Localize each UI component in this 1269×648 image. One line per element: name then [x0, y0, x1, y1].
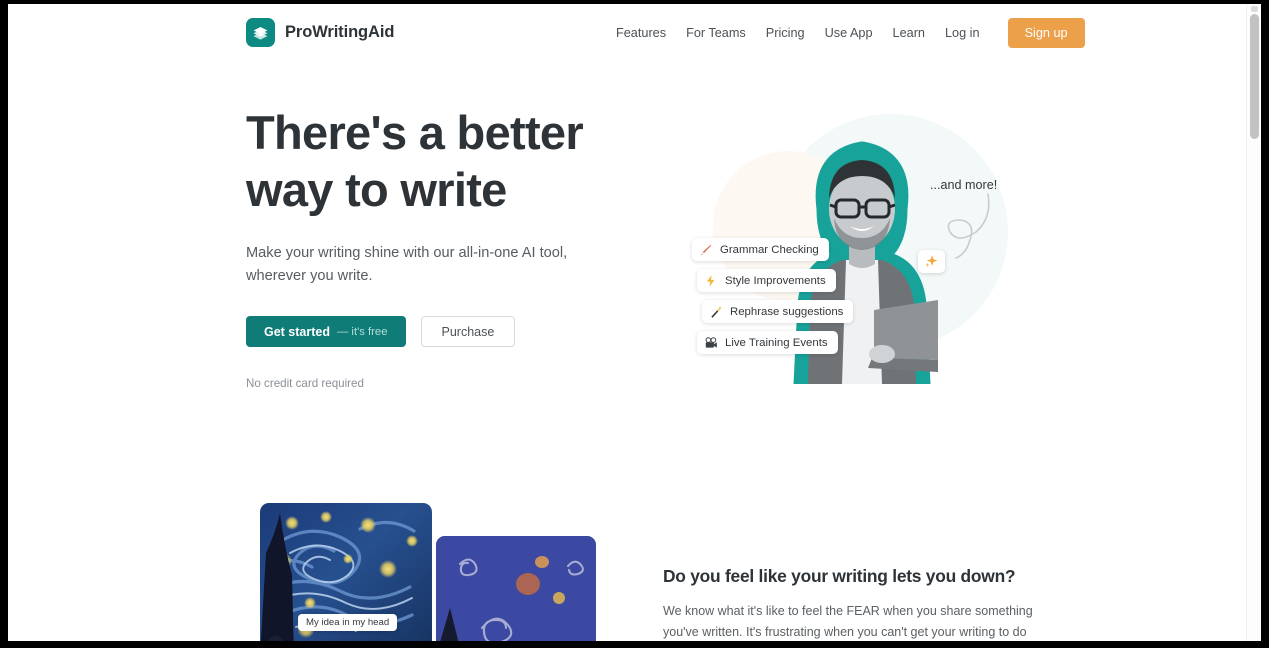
curly-pointer-line — [947, 193, 990, 259]
hero-illustration: Grammar Checking Style Improvements Reph… — [668, 96, 1028, 396]
hero-subtitle: Make your writing shine with our all-in-… — [246, 245, 568, 284]
hero-title-line2: way to write — [246, 163, 507, 216]
window-frame-right — [1261, 0, 1269, 648]
get-started-button[interactable]: Get started — it's free — [246, 316, 406, 347]
sparkle-icon — [925, 255, 938, 268]
feature-card-grammar-checking: Grammar Checking — [692, 238, 829, 261]
and-more-label: ...and more! — [930, 178, 998, 192]
image-caption-label: My idea in my head — [298, 614, 398, 631]
brand-name: ProWritingAid — [285, 23, 395, 41]
main-navigation: Features For Teams Pricing Use App Learn… — [606, 17, 1085, 48]
feature-label: Rephrase suggestions — [730, 305, 844, 318]
comparison-illustration: My idea in my head — [246, 496, 606, 641]
nav-link-learn[interactable]: Learn — [883, 20, 935, 46]
window-frame-left — [0, 0, 8, 648]
feature-label: Live Training Events — [725, 336, 828, 349]
hero-title: There's a better way to write — [246, 104, 646, 218]
no-credit-card-note: No credit card required — [246, 377, 364, 390]
nav-link-use-app[interactable]: Use App — [815, 20, 883, 46]
childlike-painting-image — [436, 536, 596, 641]
get-started-label: Get started — [264, 324, 330, 339]
hero-title-line1: There's a better — [246, 106, 584, 159]
nav-link-pricing[interactable]: Pricing — [756, 20, 815, 46]
scrollbar-top-cap[interactable] — [1251, 6, 1258, 12]
movie-camera-icon — [705, 336, 717, 348]
section2-text-block: Do you feel like your writing lets you d… — [663, 566, 1033, 641]
stacked-books-icon — [246, 18, 275, 47]
fountain-pen-icon — [700, 244, 712, 255]
feature-card-live-training-events: Live Training Events — [697, 331, 838, 354]
sign-up-button[interactable]: Sign up — [1007, 17, 1085, 48]
nav-link-features[interactable]: Features — [606, 20, 676, 46]
purchase-button[interactable]: Purchase — [420, 316, 516, 347]
page-viewport: ProWritingAid Features For Teams Pricing… — [8, 4, 1261, 641]
feature-label: Grammar Checking — [720, 243, 819, 256]
window-frame-bottom — [0, 641, 1269, 648]
feature-card-style-improvements: Style Improvements — [697, 269, 836, 292]
brand-logo-link[interactable]: ProWritingAid — [246, 18, 394, 47]
vertical-scrollbar[interactable] — [1246, 4, 1261, 641]
hero-text-block: There's a better way to write Make your … — [246, 104, 646, 390]
lightning-bolt-icon — [706, 274, 715, 287]
section2-body: We know what it's like to feel the FEAR … — [663, 604, 1033, 639]
site-header: ProWritingAid Features For Teams Pricing… — [8, 4, 1246, 61]
magic-wand-icon — [711, 305, 722, 318]
section2-title: Do you feel like your writing lets you d… — [663, 566, 1016, 586]
get-started-sublabel: — it's free — [337, 325, 388, 338]
nav-link-log-in[interactable]: Log in — [935, 20, 990, 46]
feature-card-rephrase-suggestions: Rephrase suggestions — [702, 300, 854, 323]
hero-cta-group: Get started — it's free Purchase — [246, 316, 646, 347]
ai-sparkle-badge — [918, 250, 945, 273]
nav-link-for-teams[interactable]: For Teams — [676, 20, 756, 46]
vertical-scroll-thumb[interactable] — [1250, 14, 1259, 139]
feature-label: Style Improvements — [725, 274, 826, 287]
browser-window: ProWritingAid Features For Teams Pricing… — [0, 0, 1269, 648]
